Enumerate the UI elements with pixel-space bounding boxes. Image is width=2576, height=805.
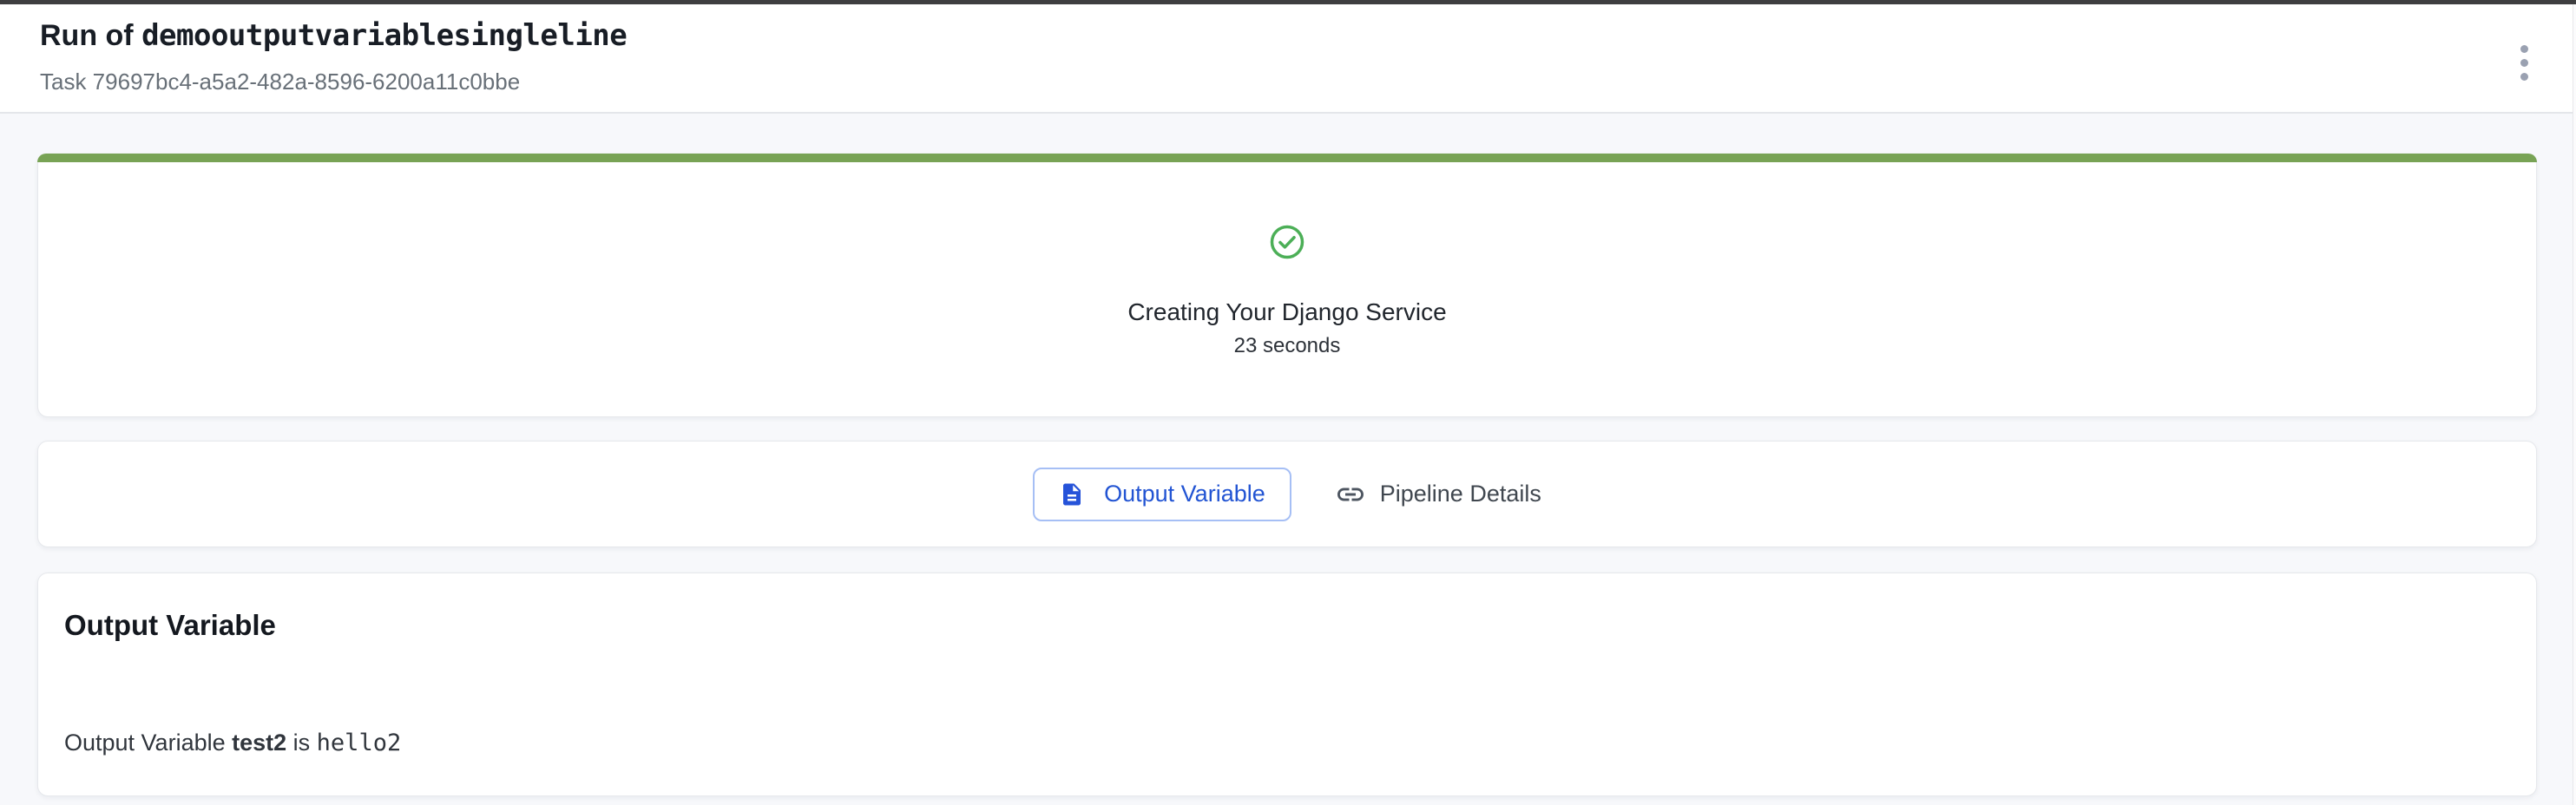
tab-pipeline-details[interactable]: Pipeline Details	[1335, 479, 1541, 510]
tab-output-variable-label: Output Variable	[1104, 482, 1265, 506]
check-circle-icon	[1269, 224, 1305, 260]
page-header: Run of demooutputvariablesingleline Task…	[0, 4, 2576, 114]
status-title: Creating Your Django Service	[1127, 298, 1446, 326]
task-id: Task 79697bc4-a5a2-482a-8596-6200a11c0bb…	[40, 69, 520, 95]
document-icon	[1059, 480, 1085, 509]
scrollbar-track[interactable]	[2573, 4, 2576, 805]
output-line-middle: is	[286, 730, 317, 756]
pipeline-name: demooutputvariablesingleline	[141, 18, 627, 53]
output-variable-heading: Output Variable	[64, 608, 2510, 643]
output-variable-line: Output Variable test2 is hello2	[64, 730, 2510, 756]
page-title: Run of demooutputvariablesingleline	[40, 18, 627, 53]
status-accent-bar	[37, 154, 2537, 162]
output-variable-value: hello2	[317, 730, 402, 756]
status-card: Creating Your Django Service 23 seconds	[37, 154, 2537, 417]
link-icon	[1335, 479, 1366, 510]
run-page: Run of demooutputvariablesingleline Task…	[0, 0, 2576, 805]
output-line-prefix: Output Variable	[64, 730, 232, 756]
tab-bar-card: Output Variable Pipeline Details	[37, 441, 2537, 547]
kebab-menu-icon[interactable]	[2503, 39, 2545, 86]
status-duration: 23 seconds	[1234, 334, 1341, 358]
page-title-prefix: Run of	[40, 19, 141, 52]
output-variable-name: test2	[232, 730, 286, 756]
tab-output-variable[interactable]: Output Variable	[1033, 468, 1291, 521]
output-variable-panel: Output Variable Output Variable test2 is…	[37, 573, 2537, 796]
tab-pipeline-details-label: Pipeline Details	[1380, 481, 1541, 507]
